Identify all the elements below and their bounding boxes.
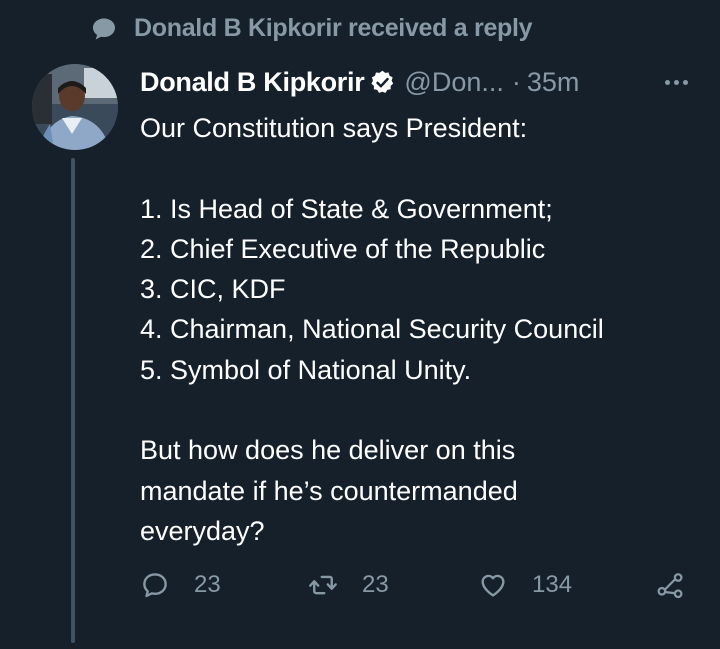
- tweet-text: Our Constitution says President: 1. Is H…: [140, 108, 700, 551]
- social-context-text: Donald B Kipkorir received a reply: [134, 14, 533, 42]
- heart-icon: [481, 574, 505, 597]
- speech-bubble-icon: [93, 18, 115, 39]
- author-handle[interactable]: @Don...: [404, 67, 503, 98]
- paragraph-break: [140, 390, 700, 430]
- reply-icon: [143, 573, 167, 598]
- tweet-list-item: 2. Chief Executive of the Republic: [140, 233, 546, 264]
- retweet-button[interactable]: 23: [308, 570, 389, 600]
- like-count: 134: [532, 571, 573, 598]
- author-name[interactable]: Donald B Kipkorir: [140, 67, 365, 98]
- share-button[interactable]: [655, 570, 685, 600]
- reply-button[interactable]: 23: [140, 570, 221, 600]
- paragraph-break: [140, 148, 700, 188]
- like-button[interactable]: 134: [478, 570, 572, 600]
- share-icon: [657, 573, 683, 599]
- tweet-list-item: 5. Symbol of National Unity.: [140, 354, 472, 385]
- tweet-list-item: 4. Chairman, National Security Council: [140, 314, 604, 345]
- tweet-text-intro: Our Constitution says President:: [140, 113, 528, 143]
- retweet-count: 23: [362, 571, 389, 598]
- avatar-image: [32, 64, 118, 150]
- retweet-icon: [309, 575, 337, 595]
- verified-badge-icon: [371, 70, 394, 93]
- tweet-actions: 23 23 134: [140, 570, 700, 610]
- header-separator: ·: [511, 66, 521, 97]
- tweet-list-item: 1. Is Head of State & Government;: [140, 193, 553, 224]
- social-context: Donald B Kipkorir received a reply: [90, 14, 533, 43]
- more-options-icon[interactable]: [665, 79, 692, 85]
- tweet-header: Donald B Kipkorir @Don... · 35m: [140, 62, 692, 102]
- reply-count: 23: [194, 571, 221, 598]
- tweet-list-item: 3. CIC, KDF: [140, 274, 286, 305]
- tweet-text-closing: everyday?: [140, 515, 265, 546]
- avatar[interactable]: [32, 64, 118, 150]
- tweet-timestamp[interactable]: 35m: [527, 67, 580, 98]
- thread-connector-line: [71, 158, 75, 643]
- tweet-text-closing: But how does he deliver on this: [140, 435, 516, 466]
- tweet-text-closing: mandate if he’s countermanded: [140, 475, 518, 506]
